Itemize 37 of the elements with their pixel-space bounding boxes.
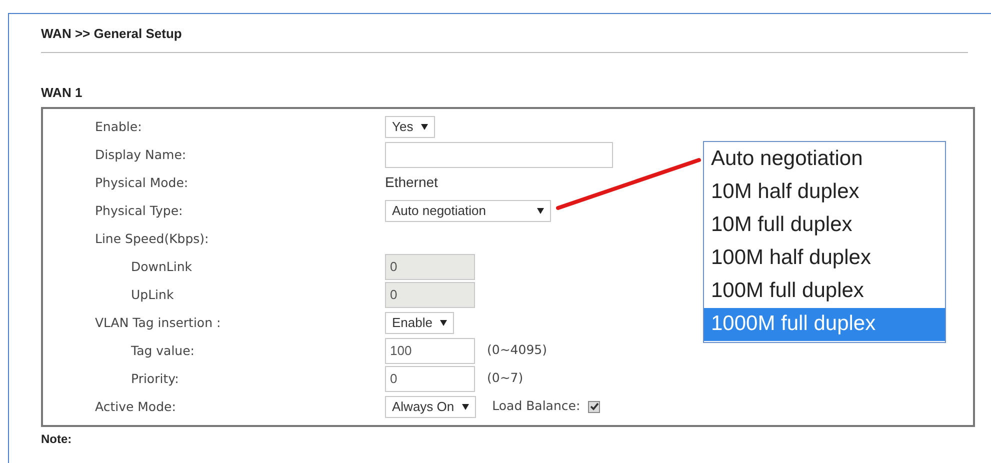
input-field[interactable]: 0 [385, 366, 475, 392]
page-title: WAN >> General Setup [41, 25, 182, 43]
field-label: Active Mode: [95, 398, 176, 414]
option-item[interactable]: 10M full duplex [704, 208, 945, 242]
select-dropdown[interactable]: Enable [385, 312, 454, 334]
field-label: VLAN Tag insertion : [95, 314, 221, 330]
select-dropdown[interactable]: Auto negotiation [385, 200, 551, 222]
option-item[interactable]: Auto negotiation [704, 142, 945, 176]
select-dropdown[interactable]: Yes [385, 116, 436, 138]
field-label: Enable: [95, 118, 142, 134]
option-item[interactable]: 100M full duplex [704, 274, 945, 308]
input-field[interactable]: 100 [385, 338, 475, 364]
field-label: Priority: [131, 370, 179, 386]
field-label: Physical Mode: [95, 174, 188, 190]
options-list[interactable]: Auto negotiation 10M half duplex 10M full duplex 100M half duplex 100M full duplex 1000M full duplex [703, 140, 946, 342]
field-label: DownLink [131, 258, 192, 274]
checkbox[interactable] [588, 400, 600, 412]
section-title: WAN 1 [41, 84, 82, 102]
field-label: Load Balance: [492, 397, 580, 416]
input-field[interactable] [385, 142, 613, 168]
field-value: Ethernet [385, 173, 438, 192]
option-item[interactable]: 10M half duplex [704, 176, 945, 208]
option-item[interactable]: 1000M full duplex [704, 308, 945, 340]
caret-icon [440, 320, 448, 326]
note-label: Note: [41, 430, 72, 448]
range-hint: (0~7) [487, 369, 524, 388]
field-label: Display Name: [95, 146, 186, 162]
field-label: Physical Type: [95, 202, 183, 218]
range-hint: (0~4095) [487, 341, 547, 360]
field-label: Line Speed(Kbps): [95, 230, 209, 246]
caret-icon [421, 124, 428, 130]
select-dropdown[interactable]: Always On [385, 396, 476, 418]
caret-icon [462, 404, 470, 410]
field-label: UpLink [131, 286, 174, 302]
field-label: Tag value: [131, 342, 194, 358]
caret-icon [537, 208, 544, 214]
option-item[interactable]: 100M half duplex [704, 242, 945, 274]
